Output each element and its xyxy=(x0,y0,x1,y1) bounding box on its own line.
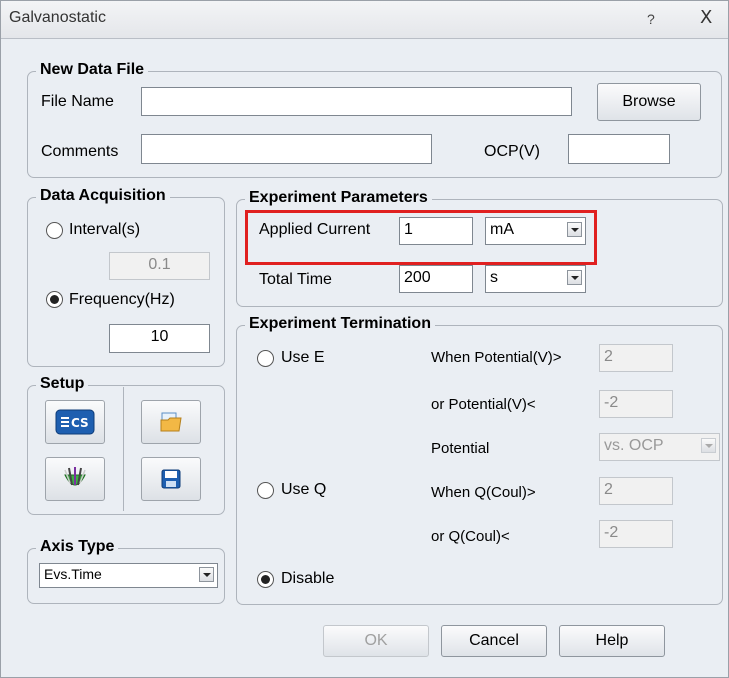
axis-type-title: Axis Type xyxy=(36,538,119,556)
or-q-label: or Q(Coul)< xyxy=(431,528,510,545)
new-data-file-title: New Data File xyxy=(36,61,149,79)
potential-label: Potential xyxy=(431,440,490,457)
or-q-input: -2 xyxy=(599,520,673,548)
chevron-down-icon xyxy=(567,270,582,285)
setup-title: Setup xyxy=(36,375,89,393)
electrode-icon xyxy=(64,467,86,486)
comments-input[interactable] xyxy=(141,134,432,164)
when-potential-label: When Potential(V)> xyxy=(431,349,562,366)
use-e-label: Use E xyxy=(281,349,325,366)
setup-divider xyxy=(123,387,124,511)
total-time-label: Total Time xyxy=(259,271,332,288)
use-e-radio[interactable] xyxy=(257,350,274,367)
total-time-unit-value: s xyxy=(490,269,498,286)
svg-text:CS: CS xyxy=(71,416,89,430)
window-title: Galvanostatic xyxy=(9,9,106,26)
frequency-label: Frequency(Hz) xyxy=(69,291,175,308)
use-q-label: Use Q xyxy=(281,481,327,498)
when-potential-input: 2 xyxy=(599,344,673,372)
when-q-label: When Q(Coul)> xyxy=(431,484,536,501)
browse-button[interactable]: Browse xyxy=(597,83,701,121)
interval-label: Interval(s) xyxy=(69,221,141,238)
ok-button[interactable]: OK xyxy=(323,625,429,657)
potential-select: vs. OCP xyxy=(599,433,720,461)
cs-instrument-button[interactable]: CS xyxy=(45,400,105,444)
experiment-parameters-title: Experiment Parameters xyxy=(245,189,432,207)
open-file-button[interactable] xyxy=(141,400,201,444)
applied-current-highlight xyxy=(245,210,597,265)
potential-value: vs. OCP xyxy=(604,437,664,454)
chevron-down-icon xyxy=(199,567,214,582)
electrode-button[interactable] xyxy=(45,457,105,501)
cancel-button[interactable]: Cancel xyxy=(441,625,547,657)
total-time-unit-select[interactable]: s xyxy=(485,265,586,293)
ocp-input[interactable] xyxy=(568,134,670,164)
help-button[interactable]: Help xyxy=(559,625,665,657)
file-name-input[interactable] xyxy=(141,87,572,116)
or-potential-input: -2 xyxy=(599,390,673,418)
axis-type-select[interactable]: Evs.Time xyxy=(39,563,218,588)
comments-label: Comments xyxy=(41,143,119,160)
data-acquisition-title: Data Acquisition xyxy=(36,187,170,205)
frequency-input[interactable]: 10 xyxy=(109,324,210,353)
save-button[interactable] xyxy=(141,457,201,501)
disable-radio[interactable] xyxy=(257,571,274,588)
file-name-label: File Name xyxy=(41,93,114,110)
total-time-input[interactable]: 200 xyxy=(399,265,473,293)
open-folder-icon xyxy=(160,412,182,432)
ocp-label: OCP(V) xyxy=(484,143,540,160)
title-bar: Galvanostatic ? X xyxy=(1,1,728,39)
interval-input: 0.1 xyxy=(109,252,210,280)
experiment-termination-title: Experiment Termination xyxy=(245,315,435,333)
close-icon[interactable]: X xyxy=(700,7,712,28)
frequency-radio[interactable] xyxy=(46,291,63,308)
cs-instrument-icon: CS xyxy=(55,409,95,435)
when-q-input: 2 xyxy=(599,477,673,505)
save-disk-icon xyxy=(161,469,181,489)
or-potential-label: or Potential(V)< xyxy=(431,396,536,413)
interval-radio[interactable] xyxy=(46,222,63,239)
use-q-radio[interactable] xyxy=(257,482,274,499)
axis-type-value: Evs.Time xyxy=(44,566,102,582)
galvanostatic-dialog: Galvanostatic ? X New Data File File Nam… xyxy=(0,0,729,678)
chevron-down-icon xyxy=(701,438,716,453)
help-icon[interactable]: ? xyxy=(647,11,655,27)
disable-label: Disable xyxy=(281,570,335,587)
